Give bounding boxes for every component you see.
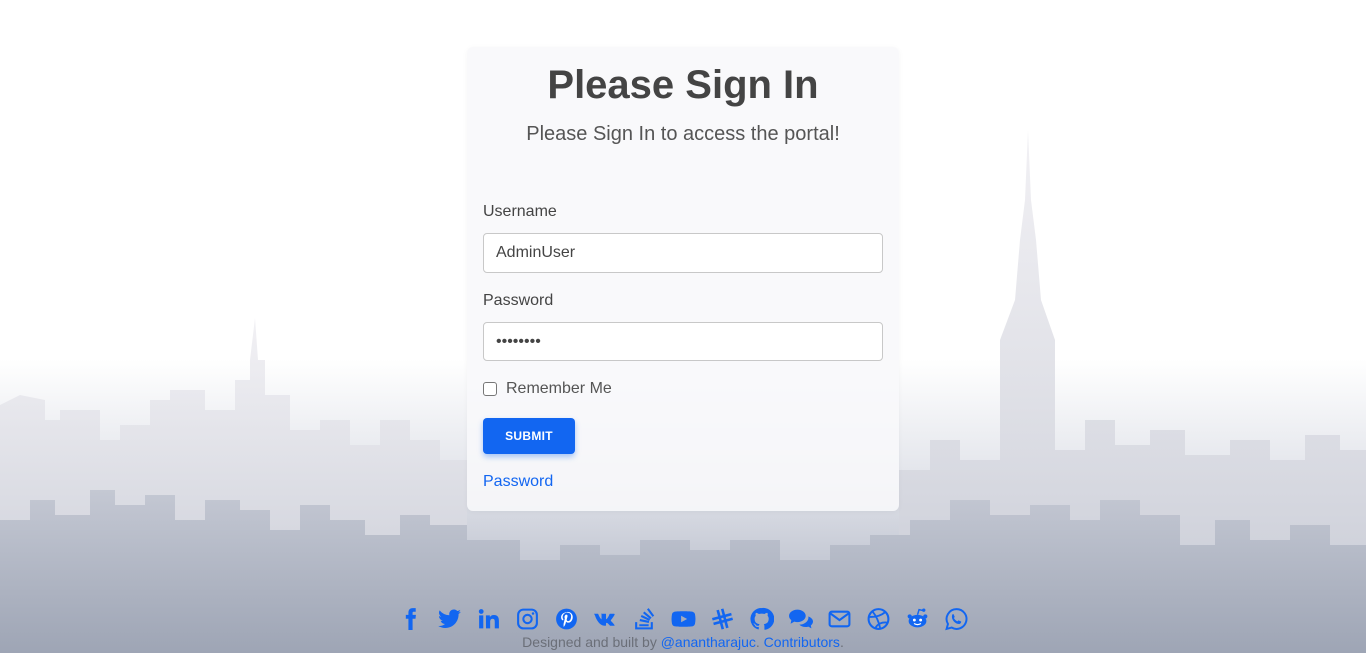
sign-in-card: Please Sign In Please Sign In to access … bbox=[467, 47, 899, 511]
github-icon[interactable] bbox=[749, 606, 774, 632]
username-input[interactable] bbox=[483, 233, 883, 273]
username-label: Username bbox=[483, 203, 557, 220]
footer-separator: . bbox=[755, 634, 764, 650]
author-link[interactable]: @anantharajuc bbox=[661, 634, 756, 650]
reddit-icon[interactable] bbox=[905, 606, 930, 632]
instagram-icon[interactable] bbox=[515, 606, 540, 632]
slack-icon[interactable] bbox=[710, 606, 735, 632]
password-label: Password bbox=[483, 292, 554, 309]
vk-icon[interactable] bbox=[593, 606, 618, 632]
page-subtitle: Please Sign In to access the portal! bbox=[526, 123, 840, 145]
facebook-icon[interactable] bbox=[398, 606, 423, 632]
youtube-icon[interactable] bbox=[671, 606, 696, 632]
footer-prefix: Designed and built by bbox=[522, 634, 661, 650]
linkedin-icon[interactable] bbox=[476, 606, 501, 632]
chat-icon[interactable] bbox=[788, 606, 813, 632]
submit-button[interactable]: SUBMIT bbox=[483, 418, 575, 454]
dribbble-icon[interactable] bbox=[866, 606, 891, 632]
stackoverflow-icon[interactable] bbox=[632, 606, 657, 632]
footer-suffix: . bbox=[839, 634, 844, 650]
pinterest-icon[interactable] bbox=[554, 606, 579, 632]
password-link[interactable]: Password bbox=[483, 473, 553, 491]
page-title: Please Sign In bbox=[547, 63, 819, 107]
remember-me-label: Remember Me bbox=[506, 380, 612, 397]
whatsapp-icon[interactable] bbox=[944, 606, 969, 632]
twitter-icon[interactable] bbox=[437, 606, 462, 632]
remember-me-row[interactable]: Remember Me bbox=[483, 380, 612, 398]
footer-credits: Designed and built by @anantharajuc. Con… bbox=[0, 634, 1366, 650]
password-input[interactable] bbox=[483, 322, 883, 361]
remember-me-checkbox[interactable] bbox=[483, 382, 497, 396]
email-icon[interactable] bbox=[827, 606, 852, 632]
social-links bbox=[0, 606, 1366, 632]
contributors-link[interactable]: Contributors bbox=[764, 634, 840, 650]
